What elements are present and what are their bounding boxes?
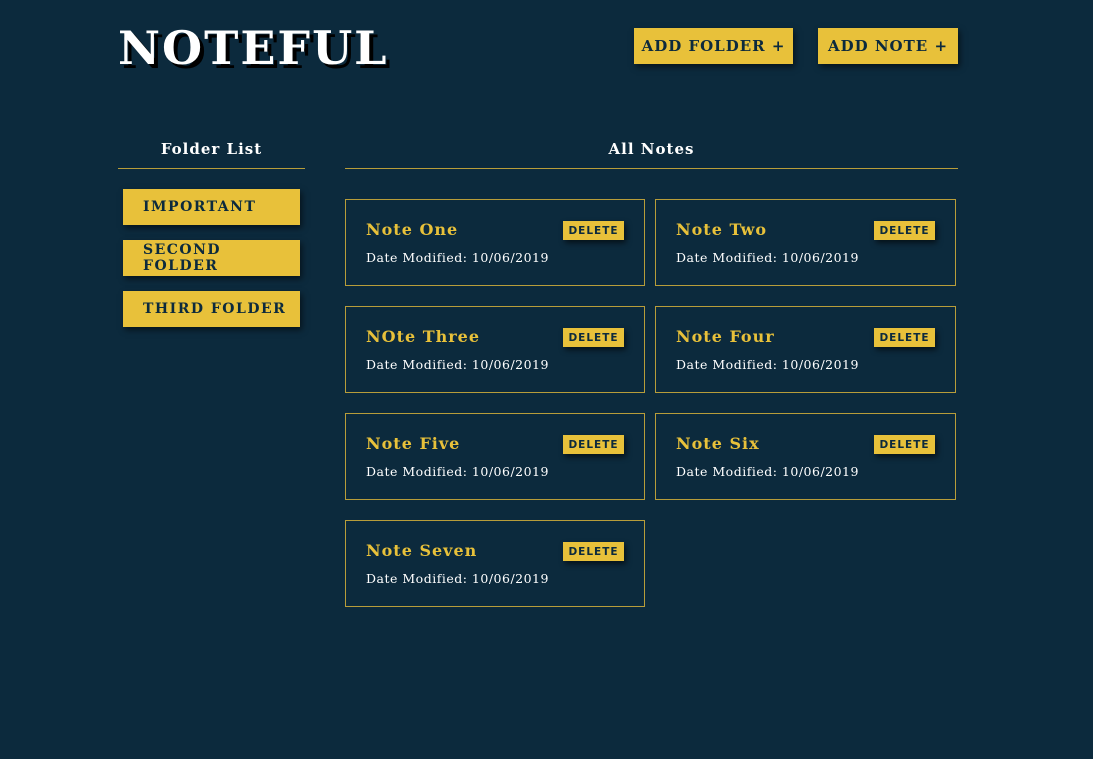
note-card: Note Four DELETE Date Modified: 10/06/20… — [655, 306, 956, 393]
app-logo[interactable]: NOTEFUL — [118, 20, 389, 76]
folder-item-third-folder[interactable]: THIRD FOLDER — [123, 291, 300, 327]
delete-note-button[interactable]: DELETE — [874, 435, 935, 454]
delete-note-button[interactable]: DELETE — [563, 435, 624, 454]
note-card: Note Seven DELETE Date Modified: 10/06/2… — [345, 520, 645, 607]
date-modified-label: Date Modified: — [366, 357, 468, 372]
delete-note-button[interactable]: DELETE — [874, 221, 935, 240]
note-date-modified: Date Modified: 10/06/2019 — [366, 571, 549, 586]
date-modified-label: Date Modified: — [676, 357, 778, 372]
date-modified-label: Date Modified: — [366, 464, 468, 479]
delete-note-button[interactable]: DELETE — [874, 328, 935, 347]
note-card: Note Five DELETE Date Modified: 10/06/20… — [345, 413, 645, 500]
delete-note-button[interactable]: DELETE — [563, 221, 624, 240]
note-card: Note Six DELETE Date Modified: 10/06/201… — [655, 413, 956, 500]
note-card: Note One DELETE Date Modified: 10/06/201… — [345, 199, 645, 286]
add-note-button[interactable]: ADD NOTE + — [818, 28, 958, 64]
delete-note-button[interactable]: DELETE — [563, 542, 624, 561]
folder-list-divider — [118, 168, 305, 169]
note-title-link[interactable]: NOte Three — [366, 327, 480, 346]
folder-item-label: IMPORTANT — [143, 199, 257, 215]
note-date-modified: Date Modified: 10/06/2019 — [366, 357, 549, 372]
folder-item-important[interactable]: IMPORTANT — [123, 189, 300, 225]
all-notes-heading: All Notes — [608, 140, 695, 158]
noteful-app: NOTEFUL ADD FOLDER + ADD NOTE + Folder L… — [0, 0, 1093, 759]
note-date-modified: Date Modified: 10/06/2019 — [676, 357, 859, 372]
date-modified-value: 10/06/2019 — [471, 357, 549, 372]
date-modified-value: 10/06/2019 — [471, 250, 549, 265]
note-title-link[interactable]: Note Four — [676, 327, 775, 346]
date-modified-label: Date Modified: — [366, 250, 468, 265]
note-date-modified: Date Modified: 10/06/2019 — [676, 250, 859, 265]
note-card: NOte Three DELETE Date Modified: 10/06/2… — [345, 306, 645, 393]
note-title-link[interactable]: Note One — [366, 220, 458, 239]
date-modified-value: 10/06/2019 — [781, 357, 859, 372]
date-modified-value: 10/06/2019 — [781, 250, 859, 265]
folder-list: IMPORTANT SECOND FOLDER THIRD FOLDER — [123, 189, 300, 342]
all-notes-divider — [345, 168, 958, 169]
note-date-modified: Date Modified: 10/06/2019 — [366, 250, 549, 265]
note-title-link[interactable]: Note Two — [676, 220, 767, 239]
note-card: Note Two DELETE Date Modified: 10/06/201… — [655, 199, 956, 286]
note-title-link[interactable]: Note Five — [366, 434, 460, 453]
note-title-link[interactable]: Note Six — [676, 434, 760, 453]
note-date-modified: Date Modified: 10/06/2019 — [676, 464, 859, 479]
date-modified-label: Date Modified: — [366, 571, 468, 586]
folder-list-heading: Folder List — [160, 140, 263, 158]
date-modified-value: 10/06/2019 — [781, 464, 859, 479]
date-modified-label: Date Modified: — [676, 464, 778, 479]
date-modified-label: Date Modified: — [676, 250, 778, 265]
notes-grid: Note One DELETE Date Modified: 10/06/201… — [345, 199, 958, 607]
date-modified-value: 10/06/2019 — [471, 464, 549, 479]
folder-item-second-folder[interactable]: SECOND FOLDER — [123, 240, 300, 276]
add-folder-button[interactable]: ADD FOLDER + — [634, 28, 793, 64]
note-date-modified: Date Modified: 10/06/2019 — [366, 464, 549, 479]
delete-note-button[interactable]: DELETE — [563, 328, 624, 347]
date-modified-value: 10/06/2019 — [471, 571, 549, 586]
folder-item-label: SECOND FOLDER — [143, 242, 222, 274]
note-title-link[interactable]: Note Seven — [366, 541, 477, 560]
folder-item-label: THIRD FOLDER — [143, 301, 287, 317]
